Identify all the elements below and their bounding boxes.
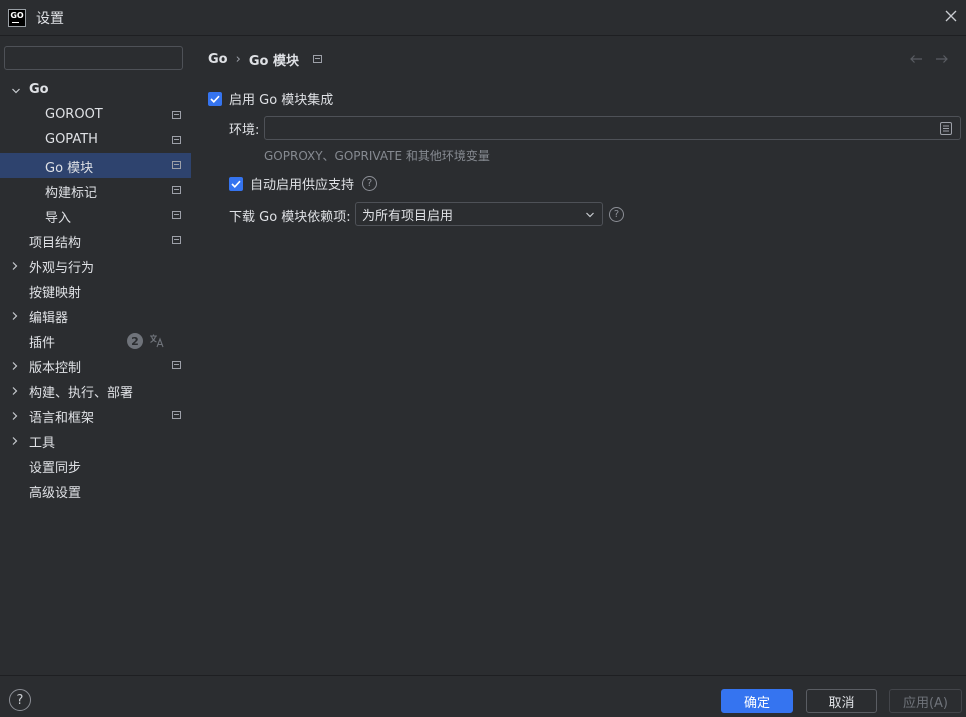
tree-item-tools[interactable]: 工具 xyxy=(0,428,191,453)
tree-item-label: 工具 xyxy=(29,436,56,451)
project-settings-icon xyxy=(172,236,181,244)
tree-item-advanced-settings[interactable]: 高级设置 xyxy=(0,478,191,503)
chevron-right-icon[interactable] xyxy=(10,436,20,446)
expand-text-icon[interactable] xyxy=(940,122,952,135)
download-deps-select[interactable]: 为所有项目启用 xyxy=(355,202,603,226)
settings-tree: Go GOROOT GOPATH Go 模块 构建标记 导入 项目结构 外观与行… xyxy=(0,78,191,503)
tree-item-build-tags[interactable]: 构建标记 xyxy=(0,178,191,203)
tree-item-go[interactable]: Go xyxy=(0,78,191,103)
checkmark-icon xyxy=(210,95,220,103)
tree-item-build-execution-deployment[interactable]: 构建、执行、部署 xyxy=(0,378,191,403)
tree-item-label: GOPATH xyxy=(45,132,98,147)
app-logo-text: GO xyxy=(10,10,24,20)
settings-content: Go › Go 模块 启用 Go 模块集成 环境: GOPROXY、GOPRIV… xyxy=(191,36,966,675)
tree-item-plugins[interactable]: 插件 2 xyxy=(0,328,191,353)
environment-field[interactable] xyxy=(264,116,961,140)
ok-button[interactable]: 确定 xyxy=(721,689,793,713)
back-button[interactable] xyxy=(908,52,924,66)
tree-item-label: 高级设置 xyxy=(29,486,82,501)
breadcrumb-parent[interactable]: Go xyxy=(208,52,228,67)
tree-item-keymap[interactable]: 按键映射 xyxy=(0,278,191,303)
project-settings-icon xyxy=(172,161,181,169)
chevron-right-icon[interactable] xyxy=(10,411,20,421)
vendoring-label[interactable]: 自动启用供应支持 xyxy=(250,174,354,193)
tree-item-goroot[interactable]: GOROOT xyxy=(0,103,191,128)
arrow-right-icon xyxy=(936,55,948,63)
arrow-left-icon xyxy=(910,55,922,63)
tree-item-label: 按键映射 xyxy=(29,286,82,301)
project-settings-icon xyxy=(172,186,181,194)
enable-go-modules-checkbox[interactable] xyxy=(208,91,222,106)
translate-icon xyxy=(150,334,164,348)
tree-item-label: Go xyxy=(29,82,49,97)
search-input[interactable] xyxy=(15,48,185,68)
help-icon[interactable]: ? xyxy=(609,207,624,222)
download-deps-label: 下载 Go 模块依赖项: xyxy=(229,210,351,225)
project-settings-icon xyxy=(312,55,322,63)
enable-go-modules-label[interactable]: 启用 Go 模块集成 xyxy=(229,89,333,108)
close-icon xyxy=(945,10,957,22)
tree-item-project-structure[interactable]: 项目结构 xyxy=(0,228,191,253)
title-bar: GO 设置 xyxy=(0,0,966,36)
tree-item-label: 版本控制 xyxy=(29,361,82,376)
tree-item-label: 设置同步 xyxy=(29,461,82,476)
chevron-down-icon[interactable] xyxy=(11,86,21,96)
window-title: 设置 xyxy=(36,10,64,27)
project-settings-icon xyxy=(172,211,181,219)
forward-button[interactable] xyxy=(934,52,950,66)
project-settings-icon xyxy=(172,411,181,419)
history-navigation xyxy=(908,52,950,66)
tree-item-editor[interactable]: 编辑器 xyxy=(0,303,191,328)
cancel-button[interactable]: 取消 xyxy=(806,689,877,713)
chevron-right-icon[interactable] xyxy=(10,261,20,271)
tree-item-label: 外观与行为 xyxy=(29,261,95,276)
chevron-right-icon[interactable] xyxy=(10,361,20,371)
tree-item-label: 插件 xyxy=(29,336,56,351)
tree-item-gopath[interactable]: GOPATH xyxy=(0,128,191,153)
enable-go-modules-row: 启用 Go 模块集成 xyxy=(208,89,333,108)
download-deps-value: 为所有项目启用 xyxy=(362,208,454,224)
close-button[interactable] xyxy=(942,7,960,25)
project-settings-icon xyxy=(172,111,181,119)
chevron-down-icon xyxy=(586,212,594,218)
settings-sidebar: Go GOROOT GOPATH Go 模块 构建标记 导入 项目结构 外观与行… xyxy=(0,36,191,675)
tree-item-label: Go 模块 xyxy=(45,161,94,176)
tree-item-imports[interactable]: 导入 xyxy=(0,203,191,228)
vendoring-checkbox[interactable] xyxy=(229,176,243,191)
plugin-updates-badge: 2 xyxy=(127,333,143,349)
breadcrumb-separator: › xyxy=(235,51,241,67)
tree-item-label: 语言和框架 xyxy=(29,411,95,426)
apply-button[interactable]: 应用(A) xyxy=(889,689,962,713)
app-logo-icon: GO xyxy=(8,8,26,27)
project-settings-icon xyxy=(172,361,181,369)
tree-item-appearance[interactable]: 外观与行为 xyxy=(0,253,191,278)
tree-item-label: 编辑器 xyxy=(29,311,69,326)
environment-hint: GOPROXY、GOPRIVATE 和其他环境变量 xyxy=(264,149,490,163)
tree-item-version-control[interactable]: 版本控制 xyxy=(0,353,191,378)
tree-item-languages-frameworks[interactable]: 语言和框架 xyxy=(0,403,191,428)
vendoring-row: 自动启用供应支持 ? xyxy=(229,174,378,193)
checkmark-icon xyxy=(231,180,241,188)
breadcrumb: Go › Go 模块 xyxy=(208,50,322,69)
project-settings-icon xyxy=(172,136,181,144)
tree-item-label: 导入 xyxy=(45,211,72,226)
help-icon[interactable]: ? xyxy=(362,176,378,191)
tree-item-label: 构建标记 xyxy=(45,186,98,201)
environment-label: 环境: xyxy=(229,123,260,138)
dialog-footer: ? 确定 取消 应用(A) xyxy=(0,675,966,717)
chevron-right-icon[interactable] xyxy=(10,386,20,396)
tree-item-label: 构建、执行、部署 xyxy=(29,386,134,401)
breadcrumb-current: Go 模块 xyxy=(248,53,299,69)
tree-item-go-modules[interactable]: Go 模块 xyxy=(0,153,191,178)
tree-item-label: 项目结构 xyxy=(29,236,82,251)
search-box[interactable] xyxy=(4,46,185,70)
tree-item-label: GOROOT xyxy=(45,107,103,122)
tree-item-settings-sync[interactable]: 设置同步 xyxy=(0,453,191,478)
chevron-right-icon[interactable] xyxy=(10,311,20,321)
help-button[interactable]: ? xyxy=(9,689,31,711)
